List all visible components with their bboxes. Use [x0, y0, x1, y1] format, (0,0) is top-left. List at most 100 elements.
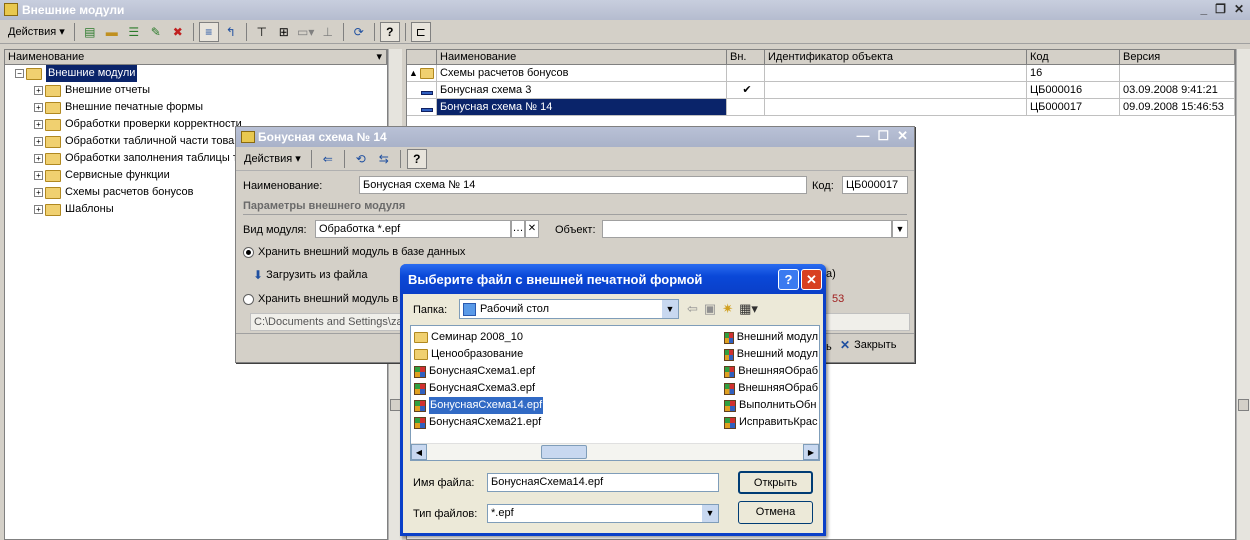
file-item[interactable]: Внешний модул	[724, 329, 818, 346]
folder-icon	[414, 349, 428, 360]
filter-icon[interactable]: ⊤	[252, 22, 272, 42]
file-item[interactable]: Внешний модул	[724, 346, 818, 363]
delete-icon[interactable]: ✖	[168, 22, 188, 42]
tree-item[interactable]: + Обработки табличной части товаров	[34, 133, 252, 150]
epf-file-icon	[724, 382, 736, 395]
module-type-select-button[interactable]: …	[511, 220, 525, 238]
tree-view-icon[interactable]: ⊏	[410, 21, 431, 42]
cell-code: ЦБ000016	[1027, 82, 1120, 98]
view-menu-icon[interactable]: ▦▾	[739, 301, 758, 317]
grid-col-version[interactable]: Версия	[1120, 50, 1235, 64]
copy-icon[interactable]: ☰	[124, 22, 144, 42]
edit-icon[interactable]: ✎	[146, 22, 166, 42]
name-input[interactable]: Бонусная схема № 14	[359, 176, 807, 194]
folder-item[interactable]: Ценообразование	[414, 346, 523, 363]
file-item[interactable]: БонуснаяСхема3.epf	[414, 380, 535, 397]
close-button[interactable]: ✕	[1234, 2, 1244, 16]
radio-store-file[interactable]: Хранить внешний модуль в	[243, 293, 398, 305]
add-icon[interactable]: ▤	[80, 22, 100, 42]
form-actions-menu[interactable]: Действия ▾	[240, 152, 305, 166]
grid-col-code[interactable]: Код	[1027, 50, 1120, 64]
expand-icon[interactable]: +	[34, 154, 43, 163]
form-close-button[interactable]: ✕	[897, 128, 908, 144]
cell-id	[765, 99, 1027, 115]
form-close-action-label: Закрыть	[854, 339, 897, 351]
object-dropdown-button[interactable]: ▼	[892, 220, 908, 238]
form-maximize-button[interactable]: ☐	[877, 128, 889, 144]
tree-item[interactable]: + Внешние печатные формы	[34, 99, 203, 116]
tree-item[interactable]: + Шаблоны	[34, 201, 114, 218]
restore-button[interactable]: ❐	[1215, 2, 1226, 16]
tree-root[interactable]: − Внешние модули	[15, 65, 138, 82]
cancel-button[interactable]: Отмена	[738, 501, 813, 524]
up-folder-icon[interactable]: ▣	[704, 301, 716, 317]
expand-icon[interactable]: +	[34, 205, 43, 214]
grid-col-id[interactable]: Идентификатор объекта	[765, 50, 1027, 64]
form-minimize-button[interactable]: —	[856, 128, 869, 144]
form-refresh-icon[interactable]: ⟲	[351, 149, 371, 169]
filter-list-icon[interactable]: ▭▾	[296, 22, 316, 42]
file-name: ВыполнитьОбн	[739, 399, 817, 411]
dialog-close-button[interactable]: ✕	[801, 269, 822, 290]
epf-file-icon	[724, 365, 736, 378]
file-item[interactable]: ВнешняяОбраб	[724, 363, 818, 380]
table-row[interactable]: ▲ Схемы расчетов бонусов 16	[407, 65, 1235, 82]
table-row[interactable]: Бонусная схема 3 ✔ ЦБ000016 03.09.2008 9:41…	[407, 82, 1235, 99]
back-arrow-icon[interactable]: ⇐	[318, 149, 338, 169]
grid-col-icon[interactable]	[407, 50, 437, 64]
tree-item[interactable]: + Обработки проверки корректности	[34, 116, 242, 133]
tree-item[interactable]: + Схемы расчетов бонусов	[34, 184, 193, 201]
filter-value-icon[interactable]: ⊞	[274, 22, 294, 42]
grid-col-name[interactable]: Наименование	[437, 50, 727, 64]
tree-item[interactable]: + Сервисные функции	[34, 167, 170, 184]
file-item[interactable]: ИсправитьКрас	[724, 414, 818, 431]
grid-col-ext[interactable]: Вн.	[727, 50, 765, 64]
tree-header[interactable]: Наименование ▾	[5, 50, 387, 65]
hierarchy-icon[interactable]: ≡	[198, 21, 219, 42]
clear-filter-icon[interactable]: ⊥	[318, 22, 338, 42]
file-item[interactable]: ВнешняяОбраб	[724, 380, 818, 397]
module-type-clear-button[interactable]: ✕	[525, 220, 539, 238]
form-help-icon[interactable]: ?	[406, 148, 427, 169]
filename-input[interactable]: БонуснаяСхема14.epf	[487, 473, 719, 492]
expand-icon[interactable]: +	[34, 137, 43, 146]
filetype-select[interactable]: *.epf ▼	[487, 504, 719, 523]
folder-item[interactable]: Семинар 2008_10	[414, 329, 523, 346]
expand-icon[interactable]: +	[34, 188, 43, 197]
expand-icon[interactable]: +	[34, 86, 43, 95]
radio-store-db[interactable]: Хранить внешний модуль в базе данных	[243, 246, 465, 258]
up-level-icon[interactable]: ↰	[221, 22, 241, 42]
desktop-icon	[463, 302, 476, 316]
help-icon[interactable]: ?	[379, 21, 400, 42]
expand-icon[interactable]: +	[34, 103, 43, 112]
file-item[interactable]: БонуснаяСхема1.epf	[414, 363, 535, 380]
refresh-icon[interactable]: ⟳	[349, 22, 369, 42]
dialog-help-button[interactable]: ?	[778, 269, 799, 290]
minimize-button[interactable]: _	[1200, 2, 1207, 16]
expand-icon[interactable]: +	[34, 171, 43, 180]
folder-icon	[45, 101, 61, 114]
file-item[interactable]: БонуснаяСхема21.epf	[414, 414, 541, 431]
form-exchange-icon[interactable]: ⇆	[374, 149, 394, 169]
file-list-hscrollbar[interactable]: ◀ ▶	[411, 443, 819, 460]
load-from-file-button[interactable]: ⬇ Загрузить из файла	[253, 268, 367, 282]
file-item[interactable]: ВыполнитьОбн	[724, 397, 818, 414]
open-button[interactable]: Открыть	[738, 471, 813, 494]
form-close-action-button[interactable]: ✕ Закрыть	[840, 338, 896, 352]
actions-menu[interactable]: Действия ▾	[4, 25, 69, 39]
ok-button-partial[interactable]: ь	[826, 341, 832, 353]
grid-scrollbar[interactable]	[1236, 49, 1250, 540]
table-row[interactable]: Бонусная схема № 14 ЦБ000017 09.09.2008 15…	[407, 99, 1235, 116]
expand-icon[interactable]: +	[34, 120, 43, 129]
collapse-icon[interactable]: −	[15, 69, 24, 78]
folder-select[interactable]: Рабочий стол ▼	[459, 299, 679, 319]
code-input[interactable]: ЦБ000017	[842, 176, 908, 194]
tree-item[interactable]: + Обработки заполнения таблицы т	[34, 150, 238, 167]
module-type-input[interactable]: Обработка *.epf	[315, 220, 511, 238]
file-item[interactable]: БонуснаяСхема14.epf	[414, 397, 544, 414]
tree-item[interactable]: + Внешние отчеты	[34, 82, 150, 99]
add-folder-icon[interactable]: ▬	[102, 22, 122, 42]
back-icon[interactable]: ⇦	[687, 301, 698, 317]
object-input[interactable]	[602, 220, 892, 238]
new-folder-icon[interactable]: ✷	[722, 301, 733, 317]
